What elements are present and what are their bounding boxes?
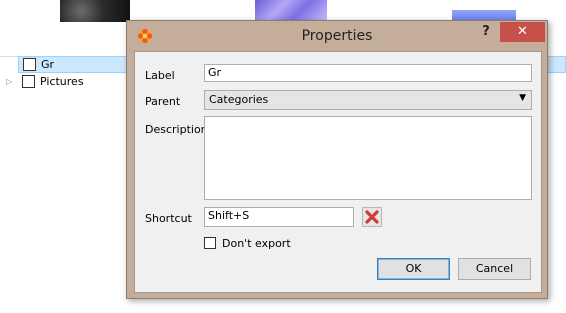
chevron-down-icon: ▼ bbox=[519, 93, 526, 103]
properties-dialog: Properties ? ✕ Label Gr Parent Categorie… bbox=[126, 20, 548, 299]
tree-item-checkbox[interactable] bbox=[23, 58, 36, 71]
help-button[interactable]: ? bbox=[477, 24, 495, 42]
parent-select-value: Categories bbox=[209, 93, 269, 106]
dont-export-label[interactable]: Don't export bbox=[222, 237, 291, 250]
close-button[interactable]: ✕ bbox=[500, 22, 545, 42]
description-textarea[interactable] bbox=[204, 116, 532, 200]
dialog-titlebar[interactable]: Properties ? ✕ bbox=[127, 21, 547, 51]
clear-shortcut-button[interactable] bbox=[362, 207, 382, 227]
label-caption: Label bbox=[145, 69, 175, 82]
dialog-content: Label Gr Parent Categories ▼ Description… bbox=[134, 51, 542, 293]
dont-export-checkbox[interactable] bbox=[204, 237, 216, 249]
thumbnail-image[interactable] bbox=[255, 0, 327, 22]
thumbnail-strip bbox=[0, 0, 566, 22]
label-input[interactable]: Gr bbox=[204, 64, 532, 82]
description-caption: Description bbox=[145, 123, 208, 136]
thumbnail-image[interactable] bbox=[60, 0, 130, 22]
tree-item-label: Gr bbox=[41, 58, 55, 71]
cancel-button[interactable]: Cancel bbox=[458, 258, 531, 280]
tree-item-checkbox[interactable] bbox=[22, 75, 35, 88]
close-icon: ✕ bbox=[517, 24, 528, 39]
ok-button[interactable]: OK bbox=[377, 258, 450, 280]
parent-select[interactable]: Categories ▼ bbox=[204, 90, 532, 110]
parent-caption: Parent bbox=[145, 95, 181, 108]
shortcut-input[interactable]: Shift+S bbox=[204, 207, 354, 227]
tree-item-label: Pictures bbox=[40, 75, 84, 88]
red-x-icon bbox=[365, 210, 379, 224]
expand-arrow-icon[interactable]: ▷ bbox=[6, 73, 14, 90]
shortcut-caption: Shortcut bbox=[145, 212, 192, 225]
